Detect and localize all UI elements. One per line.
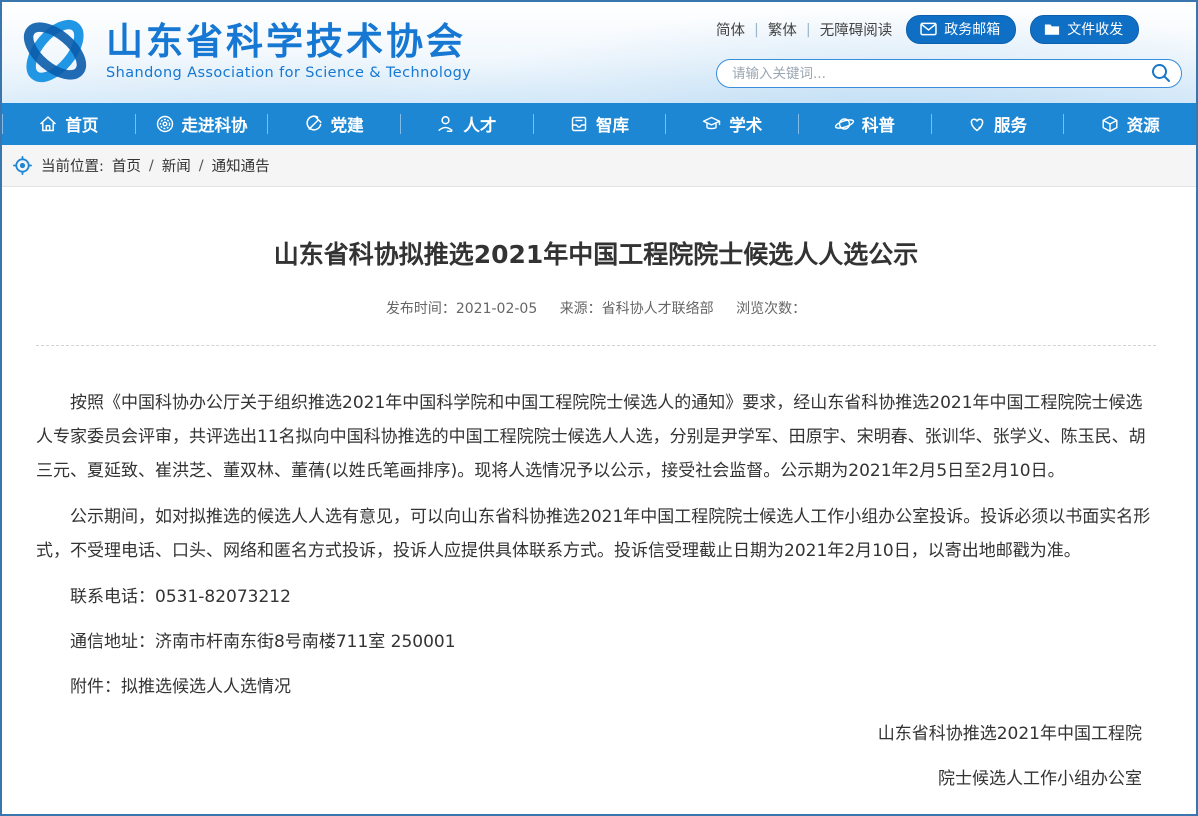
emblem-icon <box>156 115 173 133</box>
signature-block: 山东省科协推选2021年中国工程院 院士候选人工作小组办公室 2021年2月5日 <box>36 719 1156 814</box>
site-header: 山东省科学技术协会 Shandong Association for Scien… <box>2 2 1196 103</box>
article-meta: 发布时间：2021-02-05 来源：省科协人才联络部 浏览次数： <box>36 298 1156 318</box>
planet-icon <box>834 118 854 130</box>
breadcrumb-item-news[interactable]: 新闻 <box>162 155 191 176</box>
paragraph: 公示期间，如对拟推选的候选人人选有意见，可以向山东省科协推选2021年中国工程院… <box>36 507 1151 561</box>
contact-address: 通信地址：济南市杆南东街8号南楼711室 250001 <box>70 632 456 652</box>
breadcrumb-item-home[interactable]: 首页 <box>112 155 141 176</box>
search-bar <box>716 59 1182 88</box>
site-title-english: Shandong Association for Science & Techn… <box>106 65 472 81</box>
search-button[interactable] <box>1150 62 1172 87</box>
article-body: 按照《中国科协办公厅关于组织推选2021年中国科学院和中国工程院院士候选人的通知… <box>36 386 1156 814</box>
search-input[interactable] <box>716 59 1182 88</box>
paragraph: 按照《中国科协办公厅关于组织推选2021年中国科学院和中国工程院院士候选人的通知… <box>36 393 1146 481</box>
signature-line: 山东省科协推选2021年中国工程院 <box>877 724 1142 744</box>
article-title: 山东省科协拟推选2021年中国工程院院士候选人人选公示 <box>273 240 919 269</box>
nav-label: 人才 <box>463 116 497 135</box>
contact-phone: 联系电话：0531-82073212 <box>70 587 291 607</box>
breadcrumb-separator: / <box>198 157 204 174</box>
link-simplified[interactable]: 简体 <box>716 19 745 40</box>
link-traditional[interactable]: 繁体 <box>768 19 797 40</box>
breadcrumb-item-notices[interactable]: 通知通告 <box>212 155 270 176</box>
divider <box>36 345 1156 346</box>
nav-label: 科普 <box>861 116 895 135</box>
nav-item-party[interactable]: 党建 <box>267 103 400 145</box>
nav-item-service[interactable]: 服务 <box>930 103 1064 145</box>
home-icon <box>40 116 57 132</box>
cube-icon <box>1102 116 1118 132</box>
nav-item-science-pop[interactable]: 科普 <box>798 103 931 145</box>
file-exchange-label: 文件收发 <box>1067 21 1124 37</box>
article-content: 山东省科协拟推选2021年中国工程院院士候选人人选公示 发布时间：2021-02… <box>2 239 1196 814</box>
site-title: 山东省科学技术协会 <box>106 20 466 63</box>
link-separator: | <box>754 21 759 38</box>
nav-label: 服务 <box>994 116 1028 135</box>
nav-label: 走进科协 <box>181 116 248 135</box>
article-source: 来源：省科协人才联络部 <box>559 301 714 317</box>
folder-icon <box>1045 24 1060 35</box>
brand-text: 山东省科学技术协会 Shandong Association for Scien… <box>106 20 472 82</box>
signature-line: 院士候选人工作小组办公室 <box>938 769 1142 789</box>
page: 山东省科学技术协会 Shandong Association for Scien… <box>0 0 1198 816</box>
attachment-link[interactable]: 附件：拟推选候选人人选情况 <box>36 670 1156 704</box>
nav-item-academic[interactable]: 学术 <box>665 103 798 145</box>
publish-date: 发布时间：2021-02-05 <box>385 301 538 317</box>
nav-label: 资源 <box>1126 116 1160 135</box>
nav-item-talent[interactable]: 人才 <box>400 103 533 145</box>
document-icon <box>571 116 587 132</box>
mail-icon <box>920 22 937 36</box>
location-target-icon <box>13 156 32 175</box>
view-count: 浏览次数： <box>736 301 807 317</box>
gov-mail-button[interactable]: 政务邮箱 <box>906 15 1017 44</box>
breadcrumb-separator: / <box>148 157 154 174</box>
file-exchange-button[interactable]: 文件收发 <box>1030 15 1140 44</box>
breadcrumb-label: 当前位置: <box>41 159 104 175</box>
link-accessibility[interactable]: 无障碍阅读 <box>820 19 893 40</box>
nav-label: 学术 <box>729 116 763 135</box>
gov-mail-label: 政务邮箱 <box>944 21 1001 37</box>
main-nav: 首页 走进科协 党建 人才 智库 学术 科普 服务 资源 <box>2 103 1196 145</box>
top-links: 简体 | 繁体 | 无障碍阅读 政务邮箱 文件收发 <box>716 15 1182 44</box>
person-icon <box>438 116 453 132</box>
logo-icon <box>23 19 87 83</box>
search-icon <box>1152 64 1170 82</box>
nav-item-thinktank[interactable]: 智库 <box>532 103 666 145</box>
nav-item-resources[interactable]: 资源 <box>1063 103 1196 145</box>
signature-date: 2021年2月5日 <box>36 809 1142 814</box>
header-right: 简体 | 繁体 | 无障碍阅读 政务邮箱 文件收发 <box>716 15 1182 88</box>
hammer-sickle-icon <box>306 115 322 131</box>
link-separator: | <box>805 21 811 38</box>
graduation-cap-icon <box>702 116 721 130</box>
nav-label: 党建 <box>330 116 364 135</box>
nav-label: 首页 <box>65 116 99 135</box>
nav-label: 智库 <box>596 116 630 135</box>
nav-item-about[interactable]: 走进科协 <box>134 103 268 145</box>
nav-item-home[interactable]: 首页 <box>2 103 135 145</box>
breadcrumb: 当前位置: 首页 / 新闻 / 通知通告 <box>2 145 1196 187</box>
heart-icon <box>970 118 984 132</box>
